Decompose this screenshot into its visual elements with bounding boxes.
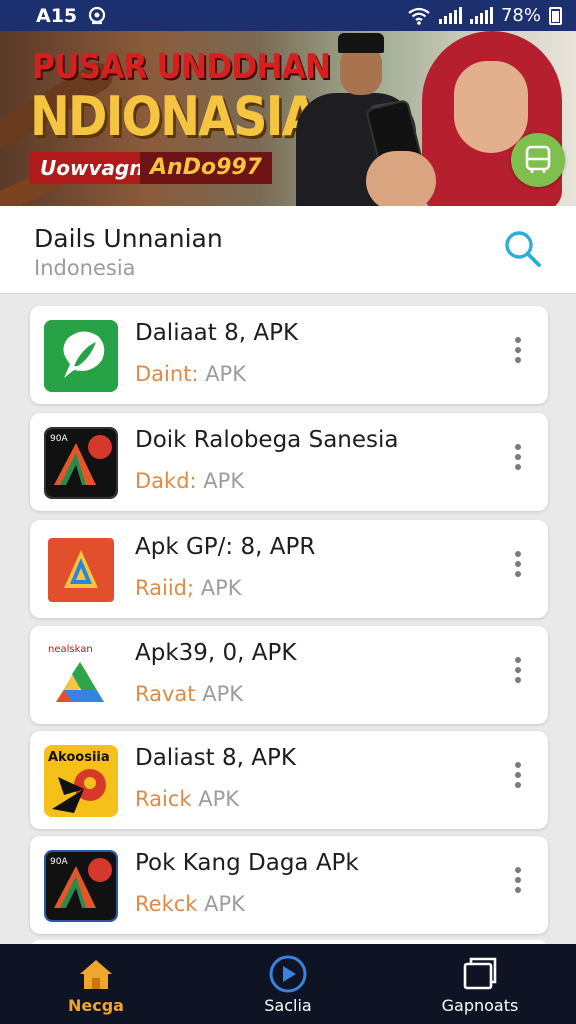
a-triangle-icon — [44, 534, 118, 606]
app-list-item[interactable]: Apk GP/: 8, APR Raiid; APK — [30, 520, 548, 618]
banner-title-line2: NDIONASIA — [30, 85, 318, 148]
app-name: Daliast 8, APK — [135, 745, 296, 771]
nav-item-home[interactable]: Necga — [0, 944, 192, 1024]
app-list-item[interactable]: 90A Pok Kang Daga APk Rekck APK — [30, 836, 548, 934]
wifi-icon — [408, 7, 430, 25]
home-icon — [76, 956, 116, 992]
more-menu-button[interactable] — [508, 542, 528, 586]
app-developer: Daint: — [135, 362, 199, 386]
app-meta: Rekck APK — [135, 892, 245, 916]
svg-text:90A: 90A — [50, 434, 68, 444]
app-meta: Raiid; APK — [135, 576, 242, 600]
app-type: APK — [204, 892, 245, 916]
a-tent-icon: 90A — [44, 850, 118, 922]
page-header: Dails Unnanian Indonesia — [0, 206, 576, 294]
windows-icon — [460, 956, 500, 992]
yellow-nine-icon: Akoosiia — [44, 745, 118, 817]
app-meta: Daint: APK — [135, 362, 246, 386]
app-list-item[interactable]: Daliaat 8, APK Daint: APK — [30, 306, 548, 404]
nav-label: Necga — [68, 996, 124, 1015]
svg-text:90A: 90A — [50, 857, 68, 867]
banner-title-line1: PUSAR UNDDHAN — [32, 47, 331, 87]
signal-icon — [438, 6, 462, 24]
play-circle-icon — [268, 955, 308, 993]
svg-text:Akoosiia: Akoosiia — [48, 750, 110, 765]
status-time: A15 — [36, 4, 78, 27]
nav-label: Gapnoats — [441, 996, 519, 1015]
vpn-icon — [89, 6, 106, 24]
bus-button[interactable] — [511, 133, 565, 187]
app-developer: Raiid; — [135, 576, 195, 600]
app-type: APK — [202, 682, 244, 706]
app-type: APK — [205, 362, 246, 386]
svg-text:nealskan: nealskan — [48, 644, 93, 655]
banner-tag-1: Uowvagn — [30, 152, 154, 184]
app-name: Pok Kang Daga APk — [135, 850, 359, 876]
app-developer: Dakd: — [135, 469, 197, 493]
drive-triangle-icon: nealskan — [44, 640, 118, 712]
battery-percent: 78% — [500, 5, 541, 26]
app-meta: Raick APK — [135, 787, 239, 811]
app-developer: Ravat — [135, 682, 196, 706]
page-subtitle: Indonesia — [34, 256, 136, 280]
a-tent-icon: 90A — [44, 427, 118, 499]
promo-banner[interactable]: PUSAR UNDDHAN NDIONASIA Uowvagn AnDo997 — [0, 31, 576, 206]
battery-icon — [549, 6, 562, 25]
signal-icon-2 — [469, 6, 493, 24]
search-button[interactable] — [500, 226, 544, 270]
banner-tag-2: AnDo997 — [140, 152, 272, 184]
app-developer: Raick — [135, 787, 192, 811]
app-name: Doik Ralobega Sanesia — [135, 427, 399, 453]
nav-item-windows[interactable]: Gapnoats — [384, 944, 576, 1024]
bottom-nav: Necga Saclia Gapnoats — [0, 944, 576, 1024]
more-menu-button[interactable] — [508, 435, 528, 479]
app-meta: Dakd: APK — [135, 469, 244, 493]
nav-label: Saclia — [264, 996, 312, 1015]
bus-icon — [525, 145, 551, 173]
app-name: Apk GP/: 8, APR — [135, 534, 316, 560]
app-type: APK — [203, 469, 245, 493]
search-icon — [505, 231, 541, 267]
app-name: Daliaat 8, APK — [135, 320, 299, 346]
page-title: Dails Unnanian — [34, 224, 223, 253]
nav-item-play[interactable]: Saclia — [192, 944, 384, 1024]
app-name: Apk39, 0, APK — [135, 640, 297, 666]
app-developer: Rekck — [135, 892, 198, 916]
more-menu-button[interactable] — [508, 648, 528, 692]
app-type: APK — [200, 576, 242, 600]
app-list-item[interactable]: Akoosiia Daliast 8, APK Raick APK — [30, 731, 548, 829]
chat-leaf-icon — [44, 320, 118, 392]
app-type: APK — [198, 787, 240, 811]
app-list-item[interactable]: nealskan Apk39, 0, APK Ravat APK — [30, 626, 548, 724]
status-bar: A15 78% — [0, 0, 576, 31]
more-menu-button[interactable] — [508, 328, 528, 372]
more-menu-button[interactable] — [508, 753, 528, 797]
more-menu-button[interactable] — [508, 858, 528, 902]
app-meta: Ravat APK — [135, 682, 243, 706]
app-list-item[interactable]: 90A Doik Ralobega Sanesia Dakd: APK — [30, 413, 548, 511]
